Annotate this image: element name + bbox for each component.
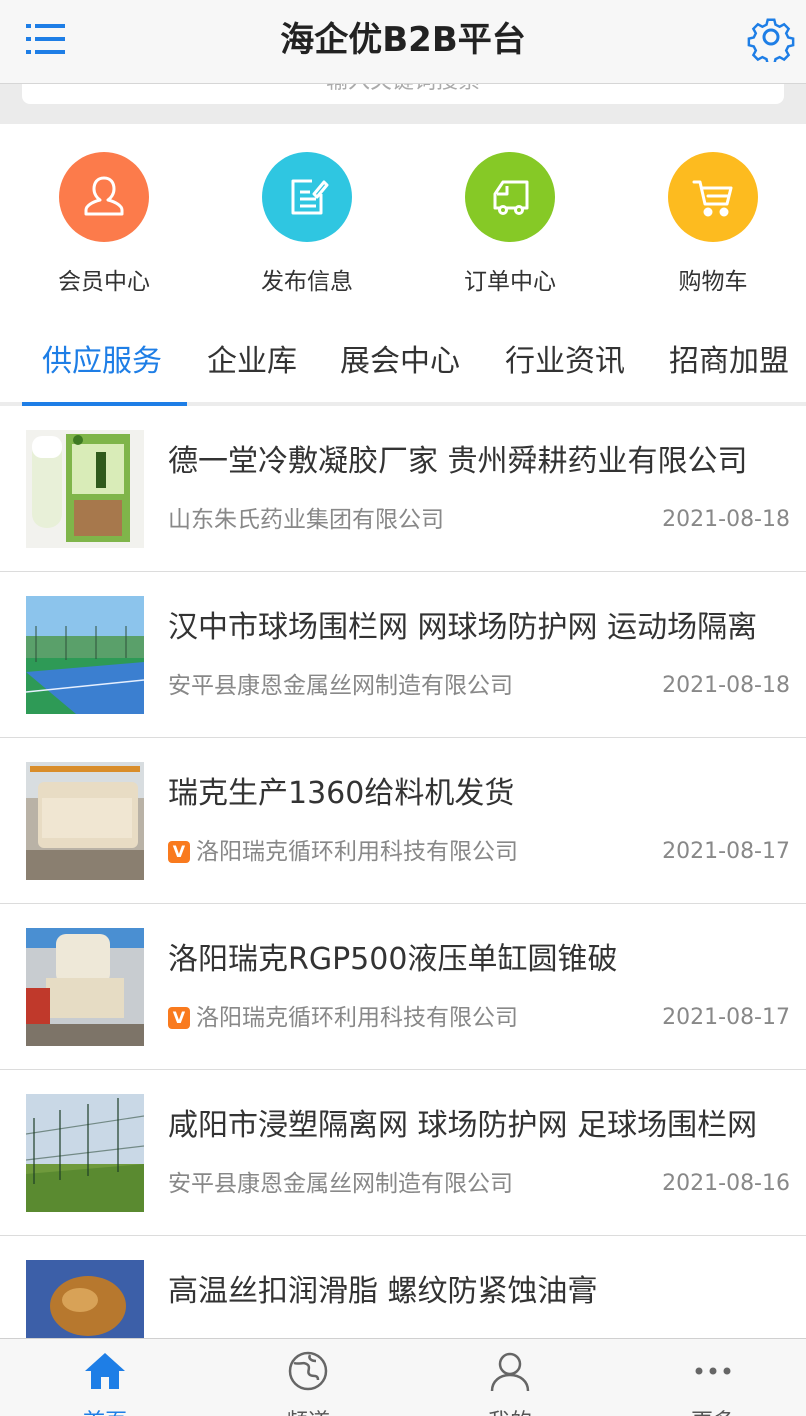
nav-label: 我的 <box>450 1409 570 1416</box>
item-date: 2021-08-17 <box>662 839 790 864</box>
tab-supply-service[interactable]: 供应服务 <box>42 340 162 384</box>
user-icon <box>59 152 149 242</box>
nav-mine[interactable]: 我的 <box>450 1349 570 1416</box>
list-item[interactable]: 汉中市球场围栏网 网球场防护网 运动场隔离 安平县康恩金属丝网制造有限公司 20… <box>0 572 806 738</box>
product-thumbnail <box>26 762 144 880</box>
quick-nav-label: 购物车 <box>678 269 748 295</box>
quick-nav-label: 订单中心 <box>464 269 556 295</box>
globe-icon <box>288 1351 328 1391</box>
category-tabs: 供应服务 企业库 展会中心 行业资讯 招商加盟 <box>0 320 806 406</box>
app-header: 海企优B2B平台 <box>0 0 806 84</box>
company-name: 山东朱氏药业集团有限公司 <box>168 507 444 533</box>
item-date: 2021-08-18 <box>662 507 790 532</box>
bottom-nav: 首页 频道 我的 更多 <box>0 1338 806 1416</box>
nav-home[interactable]: 首页 <box>45 1349 165 1416</box>
page-title: 海企优B2B平台 <box>280 20 526 60</box>
nav-label: 更多 <box>653 1409 773 1416</box>
verified-badge: V <box>168 841 190 863</box>
quick-nav-label: 发布信息 <box>261 269 353 295</box>
item-title: 洛阳瑞克RGP500液压单缸圆锥破 <box>168 942 618 977</box>
item-date: 2021-08-17 <box>662 1005 790 1030</box>
tab-company-library[interactable]: 企业库 <box>207 340 297 384</box>
tab-industry-news[interactable]: 行业资讯 <box>505 340 625 384</box>
company-name: 安平县康恩金属丝网制造有限公司 <box>168 1171 513 1197</box>
product-thumbnail <box>26 596 144 714</box>
item-company: 安平县康恩金属丝网制造有限公司 <box>168 670 513 702</box>
company-name: 安平县康恩金属丝网制造有限公司 <box>168 673 513 699</box>
edit-icon <box>262 152 352 242</box>
profile-icon <box>490 1352 530 1392</box>
company-name: 洛阳瑞克循环利用科技有限公司 <box>196 839 518 865</box>
list-item[interactable]: 洛阳瑞克RGP500液压单缸圆锥破 V 洛阳瑞克循环利用科技有限公司 2021-… <box>0 904 806 1070</box>
quick-nav-member-center[interactable]: 会员中心 <box>24 152 184 296</box>
nav-label: 频道 <box>248 1409 368 1416</box>
product-thumbnail <box>26 928 144 1046</box>
product-thumbnail <box>26 430 144 548</box>
quick-nav-orders[interactable]: 订单中心 <box>430 152 590 296</box>
search-area: 输入关键词搜索 <box>0 84 806 124</box>
settings-gear-icon[interactable] <box>746 12 796 66</box>
search-input[interactable]: 输入关键词搜索 <box>22 84 784 104</box>
tab-franchise[interactable]: 招商加盟 <box>669 340 789 384</box>
item-company: V 洛阳瑞克循环利用科技有限公司 <box>168 836 518 868</box>
product-thumbnail <box>26 1094 144 1212</box>
list-item[interactable]: 瑞克生产1360给料机发货 V 洛阳瑞克循环利用科技有限公司 2021-08-1… <box>0 738 806 904</box>
nav-label: 首页 <box>45 1409 165 1416</box>
quick-nav-cart[interactable]: 购物车 <box>633 152 793 296</box>
quick-nav-label: 会员中心 <box>58 269 150 295</box>
list-item[interactable]: 咸阳市浸塑隔离网 球场防护网 足球场围栏网 安平县康恩金属丝网制造有限公司 20… <box>0 1070 806 1236</box>
home-icon <box>85 1353 125 1389</box>
item-title: 汉中市球场围栏网 网球场防护网 运动场隔离 <box>168 610 758 645</box>
item-title: 高温丝扣润滑脂 螺纹防紧蚀油膏 <box>168 1274 598 1309</box>
cart-icon <box>668 152 758 242</box>
item-title: 德一堂冷敷凝胶厂家 贵州舜耕药业有限公司 <box>168 444 748 479</box>
item-date: 2021-08-18 <box>662 673 790 698</box>
nav-channel[interactable]: 频道 <box>248 1349 368 1416</box>
item-company: V 洛阳瑞克循环利用科技有限公司 <box>168 1002 518 1034</box>
list-item[interactable]: 德一堂冷敷凝胶厂家 贵州舜耕药业有限公司 山东朱氏药业集团有限公司 2021-0… <box>0 406 806 572</box>
company-name: 洛阳瑞克循环利用科技有限公司 <box>196 1005 518 1031</box>
tab-exhibition-center[interactable]: 展会中心 <box>340 340 460 384</box>
item-company: 安平县康恩金属丝网制造有限公司 <box>168 1168 513 1200</box>
quick-nav-publish[interactable]: 发布信息 <box>227 152 387 296</box>
truck-icon <box>465 152 555 242</box>
item-company: 山东朱氏药业集团有限公司 <box>168 504 444 536</box>
more-icon <box>695 1367 731 1375</box>
nav-more[interactable]: 更多 <box>653 1349 773 1416</box>
verified-badge: V <box>168 1007 190 1029</box>
item-title: 咸阳市浸塑隔离网 球场防护网 足球场围栏网 <box>168 1108 758 1143</box>
item-title: 瑞克生产1360给料机发货 <box>168 776 515 811</box>
item-date: 2021-08-16 <box>662 1171 790 1196</box>
quick-nav: 会员中心 发布信息 订单中心 购物车 <box>0 124 806 320</box>
